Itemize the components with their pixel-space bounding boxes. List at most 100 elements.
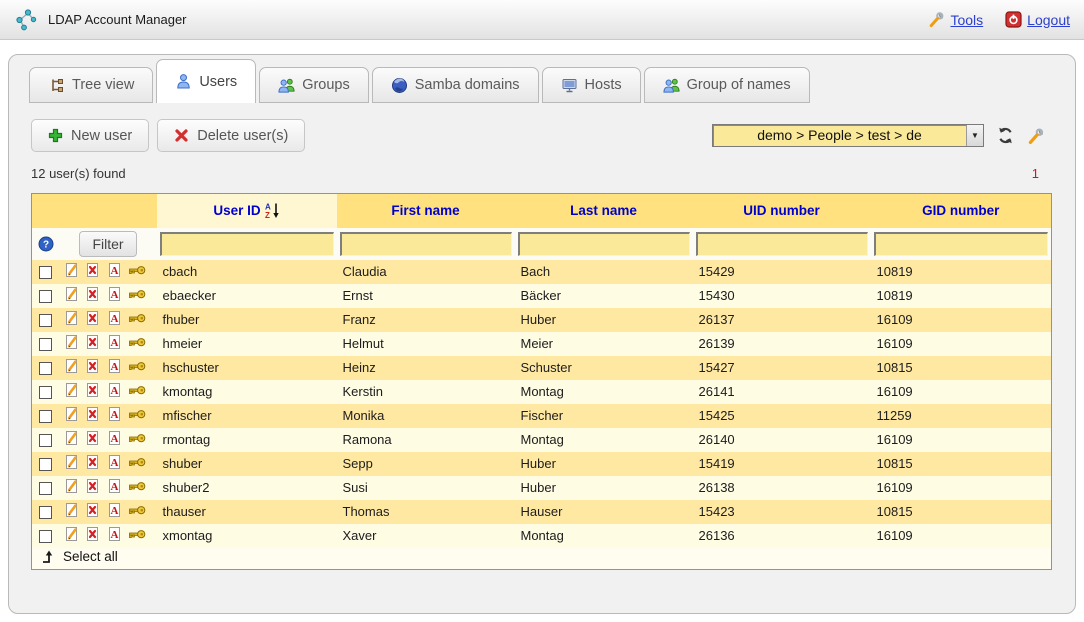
delete-icon[interactable] — [85, 358, 100, 377]
pdf-icon[interactable]: A — [107, 526, 122, 545]
cell-user-id[interactable]: kmontag — [157, 380, 337, 404]
row-checkbox[interactable] — [39, 338, 52, 351]
filter-input-user-id[interactable] — [160, 232, 334, 256]
table-row[interactable]: A kmontag Kerstin Montag 26141 16109 — [32, 380, 1052, 404]
refresh-icon[interactable] — [996, 126, 1015, 145]
table-row[interactable]: A cbach Claudia Bach 15429 10819 — [32, 260, 1052, 284]
edit-icon[interactable] — [64, 286, 79, 305]
edit-icon[interactable] — [64, 430, 79, 449]
edit-icon[interactable] — [64, 310, 79, 329]
settings-wrench-icon[interactable] — [1027, 127, 1045, 145]
new-user-button[interactable]: New user — [31, 119, 149, 152]
table-row[interactable]: A hmeier Helmut Meier 26139 16109 — [32, 332, 1052, 356]
table-row[interactable]: A hschuster Heinz Schuster 15427 10815 — [32, 356, 1052, 380]
cell-user-id[interactable]: shuber — [157, 452, 337, 476]
table-row[interactable]: A shuber2 Susi Huber 26138 16109 — [32, 476, 1052, 500]
cell-user-id[interactable]: cbach — [157, 260, 337, 284]
password-key-icon[interactable] — [128, 264, 146, 280]
row-checkbox[interactable] — [39, 410, 52, 423]
delete-icon[interactable] — [85, 502, 100, 521]
header-gid-number[interactable]: GID number — [871, 194, 1052, 228]
edit-icon[interactable] — [64, 454, 79, 473]
tree-suffix-select[interactable]: demo > People > test > de ▼ — [712, 124, 984, 147]
pdf-icon[interactable]: A — [107, 262, 122, 281]
help-icon[interactable]: ? — [38, 236, 54, 252]
edit-icon[interactable] — [64, 502, 79, 521]
row-checkbox[interactable] — [39, 506, 52, 519]
delete-icon[interactable] — [85, 406, 100, 425]
page-number[interactable]: 1 — [1032, 166, 1039, 181]
tools-link[interactable]: Tools — [928, 11, 983, 28]
password-key-icon[interactable] — [128, 288, 146, 304]
edit-icon[interactable] — [64, 382, 79, 401]
delete-icon[interactable] — [85, 454, 100, 473]
row-checkbox[interactable] — [39, 290, 52, 303]
cell-user-id[interactable]: hschuster — [157, 356, 337, 380]
tab-group-of-names[interactable]: Group of names — [644, 67, 810, 103]
row-checkbox[interactable] — [39, 434, 52, 447]
row-checkbox[interactable] — [39, 266, 52, 279]
tab-users[interactable]: Users — [156, 59, 256, 103]
table-row[interactable]: A ebaecker Ernst Bäcker 15430 10819 — [32, 284, 1052, 308]
tab-tree-view[interactable]: Tree view — [29, 67, 153, 103]
filter-input-uid-number[interactable] — [696, 232, 868, 256]
table-row[interactable]: A xmontag Xaver Montag 26136 16109 — [32, 524, 1052, 548]
filter-input-last-name[interactable] — [518, 232, 690, 256]
edit-icon[interactable] — [64, 478, 79, 497]
header-user-id[interactable]: User ID A Z — [157, 194, 337, 228]
pdf-icon[interactable]: A — [107, 310, 122, 329]
row-checkbox[interactable] — [39, 362, 52, 375]
delete-users-button[interactable]: Delete user(s) — [157, 119, 305, 152]
filter-input-first-name[interactable] — [340, 232, 512, 256]
select-dropdown-arrow-icon[interactable]: ▼ — [966, 125, 983, 146]
table-row[interactable]: A thauser Thomas Hauser 15423 10815 — [32, 500, 1052, 524]
password-key-icon[interactable] — [128, 456, 146, 472]
header-last-name[interactable]: Last name — [515, 194, 693, 228]
table-row[interactable]: A rmontag Ramona Montag 26140 16109 — [32, 428, 1052, 452]
pdf-icon[interactable]: A — [107, 382, 122, 401]
password-key-icon[interactable] — [128, 504, 146, 520]
password-key-icon[interactable] — [128, 360, 146, 376]
cell-user-id[interactable]: xmontag — [157, 524, 337, 548]
header-first-name[interactable]: First name — [337, 194, 515, 228]
cell-user-id[interactable]: mfischer — [157, 404, 337, 428]
row-checkbox[interactable] — [39, 386, 52, 399]
table-row[interactable]: A shuber Sepp Huber 15419 10815 — [32, 452, 1052, 476]
pdf-icon[interactable]: A — [107, 454, 122, 473]
password-key-icon[interactable] — [128, 408, 146, 424]
row-checkbox[interactable] — [39, 530, 52, 543]
edit-icon[interactable] — [64, 406, 79, 425]
delete-icon[interactable] — [85, 382, 100, 401]
pdf-icon[interactable]: A — [107, 334, 122, 353]
filter-button[interactable]: Filter — [79, 231, 136, 257]
pdf-icon[interactable]: A — [107, 358, 122, 377]
cell-user-id[interactable]: rmontag — [157, 428, 337, 452]
edit-icon[interactable] — [64, 262, 79, 281]
header-uid-number[interactable]: UID number — [693, 194, 871, 228]
pdf-icon[interactable]: A — [107, 430, 122, 449]
password-key-icon[interactable] — [128, 384, 146, 400]
password-key-icon[interactable] — [128, 312, 146, 328]
password-key-icon[interactable] — [128, 432, 146, 448]
delete-icon[interactable] — [85, 310, 100, 329]
delete-icon[interactable] — [85, 526, 100, 545]
pdf-icon[interactable]: A — [107, 286, 122, 305]
tab-samba-domains[interactable]: Samba domains — [372, 67, 539, 103]
delete-icon[interactable] — [85, 334, 100, 353]
delete-icon[interactable] — [85, 478, 100, 497]
cell-user-id[interactable]: hmeier — [157, 332, 337, 356]
select-all-control[interactable]: Select all — [40, 549, 118, 564]
password-key-icon[interactable] — [128, 528, 146, 544]
table-row[interactable]: A mfischer Monika Fischer 15425 11259 — [32, 404, 1052, 428]
edit-icon[interactable] — [64, 526, 79, 545]
delete-icon[interactable] — [85, 262, 100, 281]
table-row[interactable]: A fhuber Franz Huber 26137 16109 — [32, 308, 1052, 332]
delete-icon[interactable] — [85, 430, 100, 449]
edit-icon[interactable] — [64, 358, 79, 377]
delete-icon[interactable] — [85, 286, 100, 305]
cell-user-id[interactable]: thauser — [157, 500, 337, 524]
filter-input-gid-number[interactable] — [874, 232, 1049, 256]
tab-groups[interactable]: Groups — [259, 67, 369, 103]
pdf-icon[interactable]: A — [107, 502, 122, 521]
cell-user-id[interactable]: fhuber — [157, 308, 337, 332]
